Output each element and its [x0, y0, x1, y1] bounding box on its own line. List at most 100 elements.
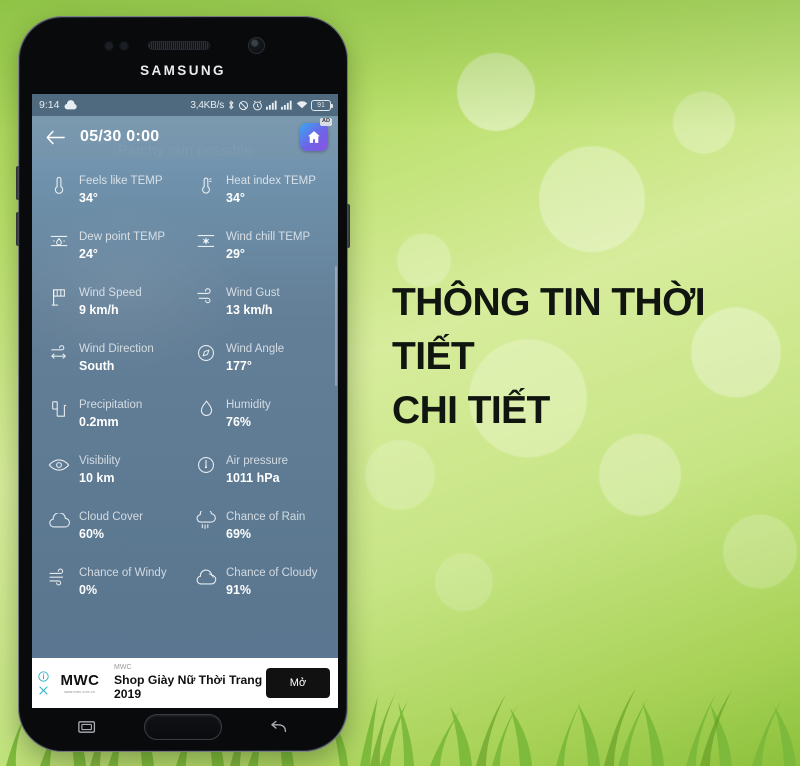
bluetooth-icon	[227, 99, 235, 111]
detail-label: Feels like TEMP	[79, 175, 163, 187]
volume-up-button[interactable]	[16, 166, 19, 200]
detail-value: 9 km/h	[79, 303, 119, 317]
phone-bottom-bezel	[20, 704, 346, 750]
home-icon	[308, 131, 320, 143]
detail-value: 24°	[79, 247, 98, 261]
status-bar: 9:14 3,4KB/s 91	[32, 94, 338, 116]
ad-logo-text: MWC	[60, 671, 100, 689]
ad-logo-url: www.mwc.com.vn	[64, 689, 96, 694]
detail-cell-cloud-cover[interactable]: Cloud Cover 60%	[38, 498, 185, 554]
front-camera-icon	[248, 37, 265, 54]
snowflake-icon	[195, 230, 217, 252]
detail-row: Cloud Cover 60% Chance of Rain 69%	[38, 498, 332, 554]
proximity-sensor-icon	[104, 41, 114, 51]
droplet-icon	[195, 398, 217, 420]
marketing-headline: THÔNG TIN THỜI TIẾT CHI TIẾT	[392, 281, 706, 432]
detail-value: 91%	[226, 583, 252, 597]
info-icon[interactable]	[38, 670, 49, 682]
detail-value: 60%	[79, 527, 105, 541]
detail-cell-wind-gust[interactable]: Wind Gust 13 km/h	[185, 274, 332, 330]
signal-icon	[281, 100, 293, 110]
detail-value: South	[79, 359, 115, 373]
ad-logo: MWC www.mwc.com.vn	[52, 673, 108, 694]
barometer-icon	[195, 454, 217, 476]
detail-label: Air pressure	[226, 455, 288, 467]
detail-cell-chance-of-rain[interactable]: Chance of Rain 69%	[185, 498, 332, 554]
detail-label: Chance of Windy	[79, 567, 167, 579]
detail-cell-wind-direction[interactable]: Wind Direction South	[38, 330, 185, 386]
phone-top-bezel: SAMSUNG	[20, 18, 346, 94]
detail-label: Chance of Rain	[226, 511, 306, 523]
recents-key[interactable]	[78, 719, 97, 735]
detail-value: 0%	[79, 583, 98, 597]
detail-row: Chance of Windy 0% Chance of Cloudy 91%	[38, 554, 332, 610]
detail-cell-chance-of-windy[interactable]: Chance of Windy 0%	[38, 554, 185, 610]
detail-label: Wind Speed	[79, 287, 142, 299]
detail-label: Precipitation	[79, 399, 143, 411]
precipitation-icon	[48, 398, 70, 420]
detail-label: Visibility	[79, 455, 121, 467]
vibrate-icon	[238, 100, 249, 111]
detail-row: Visibility 10 km Air pressure 1011 hPa	[38, 442, 332, 498]
detail-cell-dew-point[interactable]: Dew point TEMP 24°	[38, 218, 185, 274]
detail-cell-heat-index[interactable]: Heat index TEMP 34°	[185, 162, 332, 218]
earpiece-speaker	[148, 41, 210, 50]
detail-label: Humidity	[226, 399, 271, 411]
detail-label: Wind Angle	[226, 343, 285, 355]
detail-row: Precipitation 0.2mm Humidity 76%	[38, 386, 332, 442]
dew-point-icon	[48, 230, 70, 252]
detail-label: Heat index TEMP	[226, 175, 316, 187]
detail-row: Dew point TEMP 24° Wind chill TEMP 29°	[38, 218, 332, 274]
detail-cell-precipitation[interactable]: Precipitation 0.2mm	[38, 386, 185, 442]
phone-device: SAMSUNG 9:14 3,4KB/s 91 05/30 0:00 AD Fe…	[16, 16, 350, 752]
detail-cell-wind-speed[interactable]: Wind Speed 9 km/h	[38, 274, 185, 330]
power-button[interactable]	[347, 204, 350, 248]
light-sensor-icon	[119, 41, 129, 51]
weather-details-grid: Feels like TEMP 34° Heat index TEMP 34° …	[32, 162, 338, 658]
scrollbar[interactable]	[335, 266, 337, 386]
ad-cta-button[interactable]: Mở	[266, 668, 330, 698]
ad-badge: AD	[320, 118, 332, 126]
weather-detail-screen: Patchy rain possible 05/30 0:00 AD	[32, 116, 338, 708]
detail-cell-wind-angle[interactable]: Wind Angle 177°	[185, 330, 332, 386]
back-key[interactable]	[269, 719, 288, 735]
partly-cloudy-icon	[195, 566, 217, 588]
eye-icon	[48, 454, 70, 476]
app-bar: 05/30 0:00 AD	[32, 116, 338, 158]
back-button[interactable]	[42, 124, 68, 150]
detail-label: Wind Direction	[79, 343, 154, 355]
back-arrow-icon	[46, 130, 65, 144]
detail-cell-humidity[interactable]: Humidity 76%	[185, 386, 332, 442]
wifi-icon	[296, 100, 308, 110]
detail-cell-chance-of-cloudy[interactable]: Chance of Cloudy 91%	[185, 554, 332, 610]
thermometer-icon	[48, 174, 70, 196]
battery-indicator: 91	[311, 99, 333, 111]
network-speed-text: 3,4KB/s	[190, 99, 224, 111]
detail-cell-visibility[interactable]: Visibility 10 km	[38, 442, 185, 498]
detail-label: Chance of Cloudy	[226, 567, 318, 579]
detail-cell-wind-chill[interactable]: Wind chill TEMP 29°	[185, 218, 332, 274]
ad-advertiser-name: MWC	[114, 664, 132, 672]
samsung-brand-logo: SAMSUNG	[140, 63, 226, 78]
detail-row: Wind Speed 9 km/h Wind Gust 13 km/h	[38, 274, 332, 330]
phone-body: SAMSUNG 9:14 3,4KB/s 91 05/30 0:00 AD Fe…	[20, 18, 346, 750]
volume-down-button[interactable]	[16, 212, 19, 246]
detail-label: Wind chill TEMP	[226, 231, 311, 243]
detail-label: Wind Gust	[226, 287, 280, 299]
ad-app-icon[interactable]: AD	[300, 118, 332, 151]
close-icon[interactable]	[38, 685, 49, 696]
detail-value: 76%	[226, 415, 252, 429]
detail-cell-feels-like[interactable]: Feels like TEMP 34°	[38, 162, 185, 218]
detail-cell-air-pressure[interactable]: Air pressure 1011 hPa	[185, 442, 332, 498]
detail-value: 177°	[226, 359, 252, 373]
ad-title: Shop Giày Nữ Thời Trang 2019	[114, 672, 263, 702]
page-title: 05/30 0:00	[80, 128, 160, 145]
ad-banner[interactable]: MWC www.mwc.com.vn MWC Shop Giày Nữ Thời…	[32, 658, 338, 708]
wind-gust-icon	[195, 286, 217, 308]
detail-row: Wind Direction South Wind Angle 177°	[38, 330, 332, 386]
detail-value: 29°	[226, 247, 245, 261]
wind-direction-icon	[48, 342, 70, 364]
compass-icon	[195, 342, 217, 364]
home-key[interactable]	[144, 714, 222, 740]
cloud-icon	[48, 510, 70, 532]
